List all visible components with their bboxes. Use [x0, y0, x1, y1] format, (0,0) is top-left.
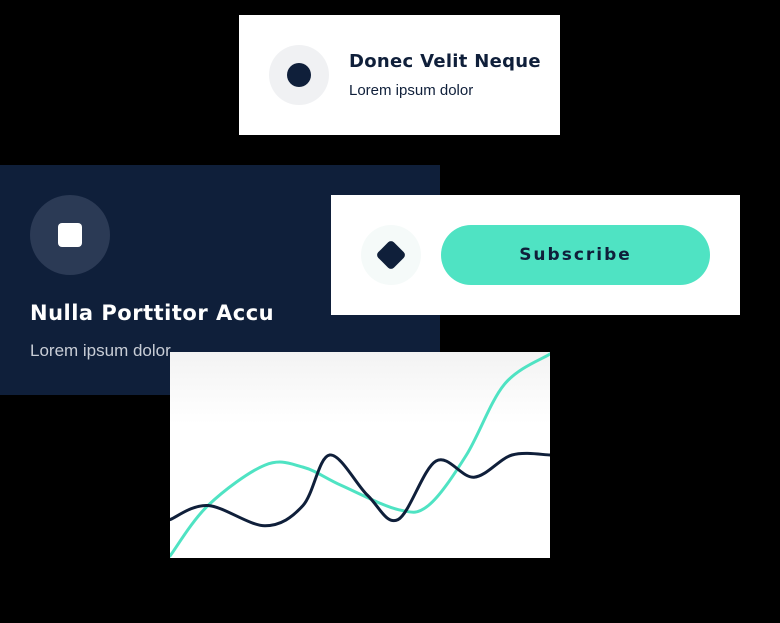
feature-card-top: Donec Velit Neque Lorem ipsum dolor: [239, 15, 560, 135]
card-subtitle: Lorem ipsum dolor: [30, 341, 171, 360]
card-title: Nulla Porttitor Accu: [30, 301, 275, 325]
series-line-1: [170, 352, 550, 558]
icon-badge: [30, 195, 110, 275]
circle-dot-icon: [287, 63, 311, 87]
icon-badge: [361, 225, 421, 285]
chart-card: [170, 352, 550, 558]
card-subtitle: Lorem ipsum dolor: [349, 82, 474, 99]
icon-badge: [269, 45, 329, 105]
subscribe-button[interactable]: Subscribe: [441, 225, 710, 285]
square-icon: [58, 223, 82, 247]
diamond-icon: [375, 239, 407, 271]
card-title: Donec Velit Neque: [349, 51, 541, 72]
line-chart: [170, 352, 550, 558]
subscribe-card: Subscribe: [331, 195, 740, 315]
